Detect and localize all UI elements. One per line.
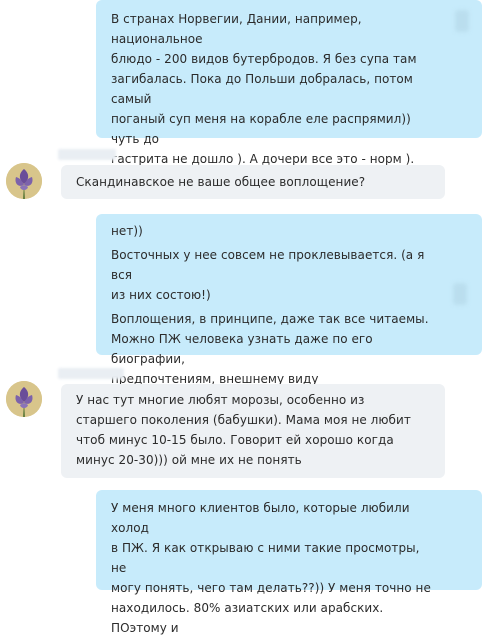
sender-name-blurred (58, 149, 116, 160)
message-text: У меня много клиентов было, которые люби… (111, 501, 431, 635)
message-text: Скандинавское не ваше общее воплощение? (76, 175, 366, 189)
message-text: У нас тут многие любят морозы, особенно … (76, 393, 411, 467)
iris-flower-icon (6, 163, 42, 199)
iris-flower-avatar[interactable] (6, 381, 42, 417)
message-text: Воплощения, в принципе, даже так все чит… (111, 312, 429, 386)
message-text: нет)) (111, 224, 143, 238)
message-bubble-incoming[interactable]: У нас тут многие любят морозы, особенно … (61, 384, 445, 478)
timestamp-blurred (455, 10, 469, 32)
timestamp-blurred (453, 283, 467, 305)
iris-flower-avatar[interactable] (6, 163, 42, 199)
message-text: В странах Норвегии, Дании, например, нац… (111, 12, 417, 186)
iris-flower-icon (6, 381, 42, 417)
sender-name-blurred (58, 368, 124, 379)
message-bubble-outgoing[interactable]: У меня много клиентов было, которые люби… (96, 490, 482, 635)
message-text: Восточных у нее совсем не проклевывается… (111, 248, 425, 302)
chat-history[interactable]: В странах Норвегии, Дании, например, нац… (0, 0, 492, 635)
message-bubble-outgoing[interactable]: нет)) Восточных у нее совсем не проклевы… (96, 214, 482, 386)
message-bubble-incoming[interactable]: Скандинавское не ваше общее воплощение? (61, 165, 445, 199)
message-bubble-outgoing[interactable]: В странах Норвегии, Дании, например, нац… (96, 0, 482, 186)
